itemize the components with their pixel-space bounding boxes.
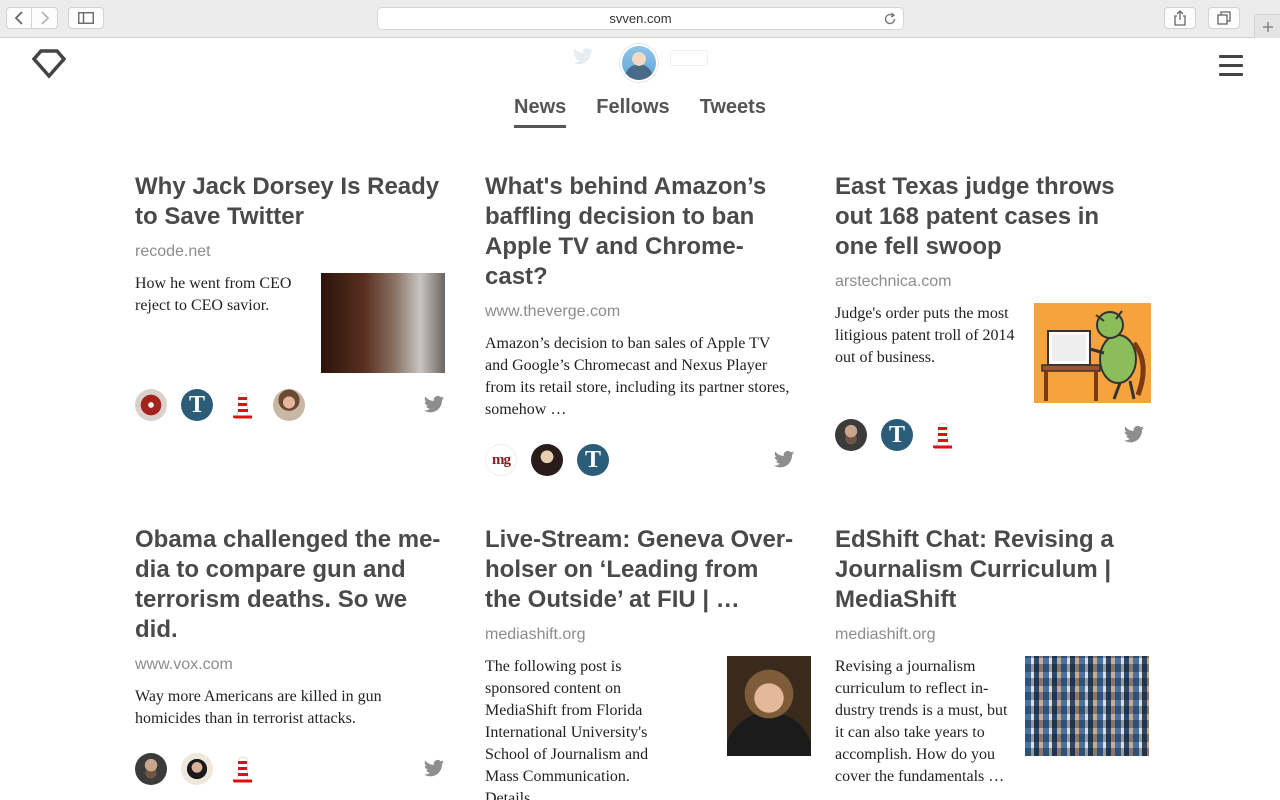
fellow-avatars — [135, 753, 445, 785]
share-icon — [1174, 10, 1186, 26]
source-link[interactable]: recode.net — [135, 242, 445, 262]
chevron-right-icon — [40, 11, 49, 25]
tab-tweets[interactable]: Tweets — [700, 96, 766, 128]
cat-hat-avatar[interactable] — [227, 753, 259, 785]
card-body: Amazon’s decision to ban sales of Apple … — [485, 333, 795, 421]
twitter-icon[interactable] — [773, 450, 795, 470]
news-card: Live-Stream: Geneva Over­holser on ‘Lead… — [485, 525, 811, 800]
source-link[interactable]: arstechnica.com — [835, 272, 1145, 292]
fellow-avatar[interactable] — [135, 753, 167, 785]
fellow-avatars: T — [135, 389, 445, 421]
source-link[interactable]: mediashift.org — [835, 625, 1145, 645]
summary-text: Revising a journalism curriculum to refl… — [835, 658, 1008, 785]
article-thumbnail[interactable] — [321, 273, 445, 373]
news-card: East Texas judge throws out 168 patent c… — [835, 172, 1151, 451]
fellow-avatar[interactable]: T — [181, 389, 213, 421]
article-thumbnail[interactable] — [727, 656, 811, 756]
cat-hat-avatar[interactable] — [927, 419, 959, 451]
fellow-avatar[interactable] — [135, 389, 167, 421]
source-link[interactable]: www.theverge.com — [485, 302, 795, 322]
back-button[interactable] — [6, 7, 32, 29]
fellow-avatar[interactable]: T — [881, 419, 913, 451]
news-card: EdShift Chat: Revising a Journalism Curr… — [835, 525, 1149, 788]
forward-button[interactable] — [32, 7, 58, 29]
share-button[interactable] — [1164, 7, 1196, 29]
card-body: How he went from CEO reject to CEO savio… — [135, 273, 445, 373]
fellow-avatar[interactable]: T — [577, 444, 609, 476]
address-bar[interactable]: svven.com — [377, 7, 904, 30]
cat-hat-avatar[interactable] — [227, 389, 259, 421]
article-thumbnail[interactable] — [1034, 303, 1151, 403]
browser-toolbar: svven.com — [0, 0, 1280, 38]
faded-badge — [670, 50, 708, 66]
sidebar-toggle-button[interactable] — [68, 7, 104, 29]
card-body: Revising a journalism curriculum to refl… — [835, 656, 1149, 788]
twitter-icon[interactable] — [423, 395, 445, 415]
user-avatar[interactable] — [620, 44, 658, 82]
cat-hat-icon — [233, 392, 252, 419]
troll-illustration — [1041, 310, 1146, 401]
tab-news[interactable]: News — [514, 96, 567, 128]
new-tab-button[interactable] — [1254, 14, 1280, 38]
headline-link[interactable]: Live-Stream: Geneva Over­holser on ‘Lead… — [485, 525, 795, 615]
crowd-texture — [1025, 656, 1149, 756]
fellow-avatar[interactable] — [181, 753, 213, 785]
fellow-avatar[interactable]: mg — [485, 444, 517, 476]
news-card: Obama challenged the me­dia to compare g… — [135, 525, 445, 785]
plus-icon — [1262, 21, 1273, 32]
summary-text: The following post is sponsored content … — [485, 658, 649, 800]
reload-icon[interactable] — [883, 12, 897, 26]
summary-text: Amazon’s decision to ban sales of Apple … — [485, 335, 790, 418]
fellow-avatar[interactable] — [531, 444, 563, 476]
headline-link[interactable]: EdShift Chat: Revising a Journalism Curr… — [835, 525, 1145, 615]
url-text: svven.com — [609, 11, 672, 26]
chevron-left-icon — [14, 11, 23, 25]
headline-link[interactable]: Obama challenged the me­dia to compare g… — [135, 525, 445, 645]
tab-fellows[interactable]: Fellows — [596, 96, 669, 128]
headline-link[interactable]: What's behind Amazon’s baffling decision… — [485, 172, 795, 292]
faded-twitter-icon — [572, 48, 594, 71]
summary-text: Way more Americans are killed in gun hom… — [135, 688, 382, 727]
show-tabs-button[interactable] — [1208, 7, 1240, 29]
section-tabs: News Fellows Tweets — [0, 96, 1280, 128]
twitter-icon[interactable] — [423, 759, 445, 779]
sidebar-icon — [78, 12, 94, 24]
summary-text: How he went from CEO reject to CEO savio… — [135, 275, 292, 314]
card-body: Judge's order puts the most litigious pa… — [835, 303, 1151, 403]
cat-hat-icon — [233, 756, 252, 783]
news-card: What's behind Amazon’s baffling decision… — [485, 172, 795, 476]
headline-link[interactable]: Why Jack Dorsey Is Ready to Save Twitter — [135, 172, 445, 232]
card-body: The following post is sponsored content … — [485, 656, 811, 800]
hamburger-menu-icon[interactable] — [1219, 55, 1243, 76]
headline-link[interactable]: East Texas judge throws out 168 patent c… — [835, 172, 1145, 262]
source-link[interactable]: www.vox.com — [135, 655, 445, 675]
cat-hat-icon — [933, 422, 952, 449]
card-body: Way more Americans are killed in gun hom… — [135, 686, 445, 730]
fellow-avatars: T — [835, 419, 1145, 451]
fellow-avatar[interactable] — [835, 419, 867, 451]
fellow-avatars: mg T — [485, 444, 795, 476]
article-thumbnail[interactable] — [1025, 656, 1149, 756]
source-link[interactable]: mediashift.org — [485, 625, 795, 645]
tabs-icon — [1217, 11, 1231, 25]
fellow-avatar[interactable] — [273, 389, 305, 421]
svven-logo-icon[interactable] — [32, 48, 66, 80]
twitter-icon[interactable] — [1123, 425, 1145, 445]
summary-text: Judge's order puts the most litigious pa… — [835, 305, 1015, 366]
news-card: Why Jack Dorsey Is Ready to Save Twitter… — [135, 172, 445, 421]
